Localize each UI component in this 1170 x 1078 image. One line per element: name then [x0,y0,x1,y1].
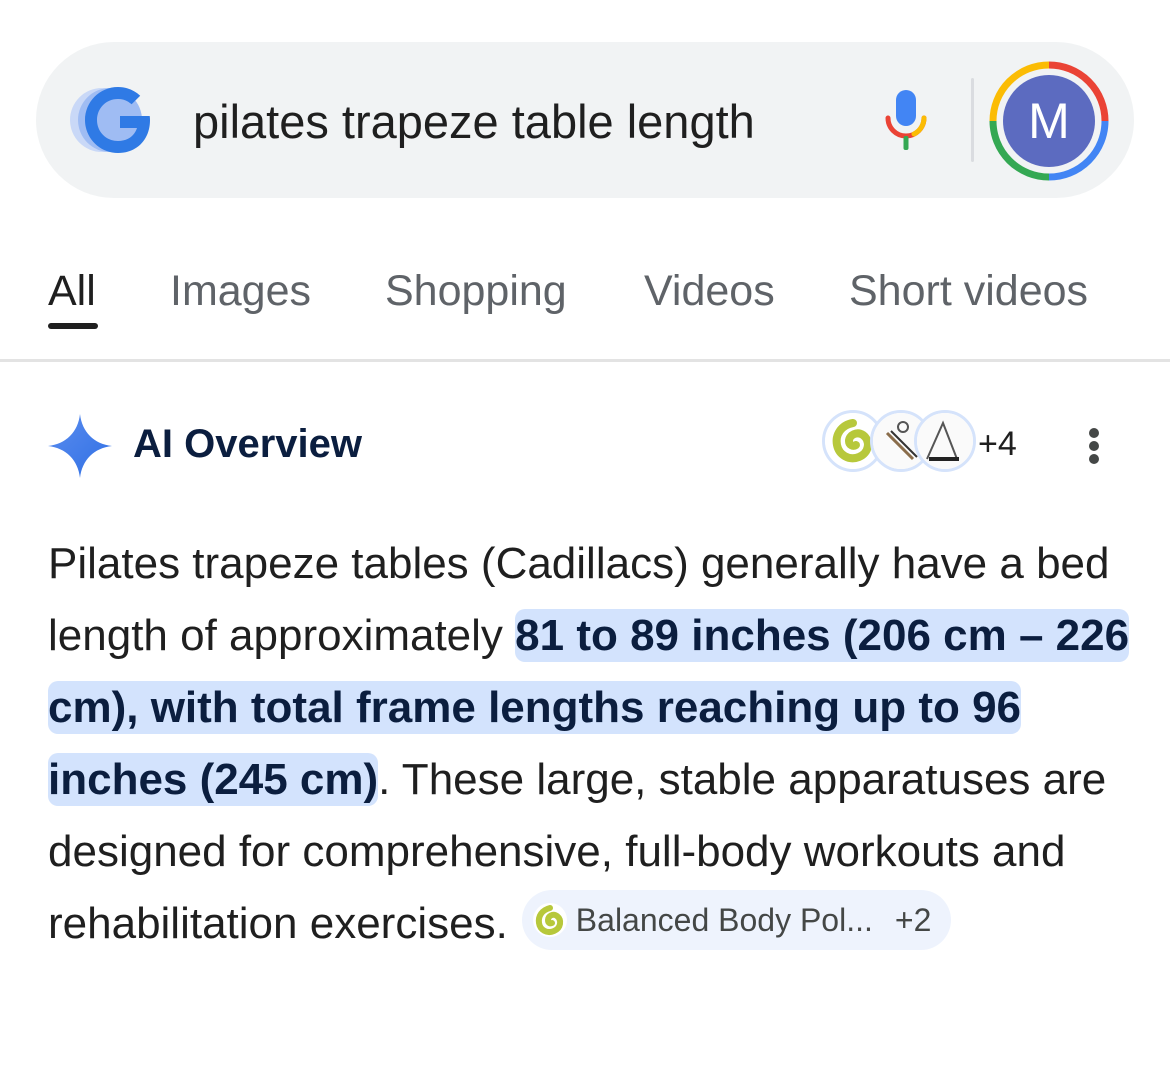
tabs-divider [0,359,1170,362]
search-query[interactable]: pilates trapeze table length [193,94,755,150]
search-tabs: All Images Shopping Videos Short videos [0,255,1170,359]
tab-short-videos[interactable]: Short videos [849,265,1088,317]
tab-shopping[interactable]: Shopping [385,265,567,317]
balanced-body-logo-icon [532,902,567,937]
ai-sparkle-icon [48,414,112,478]
active-tab-indicator [48,323,98,329]
more-vert-icon[interactable] [1082,424,1108,468]
ai-overview-title: AI Overview [133,422,363,466]
citation-label: Balanced Body Pol... [575,902,873,939]
tab-all[interactable]: All [48,265,96,317]
account-avatar[interactable]: M [1003,75,1095,167]
ai-overview-answer: Pilates trapeze tables (Cadillacs) gener… [48,528,1138,960]
google-g-icon[interactable] [64,82,160,158]
tab-videos[interactable]: Videos [644,265,775,317]
microphone-icon[interactable] [880,88,932,152]
citation-chip[interactable]: Balanced Body Pol... +2 [521,890,952,951]
source-thumbnail-icon [914,410,976,472]
tab-images[interactable]: Images [170,265,311,317]
more-sources-count[interactable]: +4 [978,424,1017,464]
citation-more: +2 [894,902,932,939]
search-divider [971,78,974,162]
source-favicons[interactable] [820,410,980,478]
